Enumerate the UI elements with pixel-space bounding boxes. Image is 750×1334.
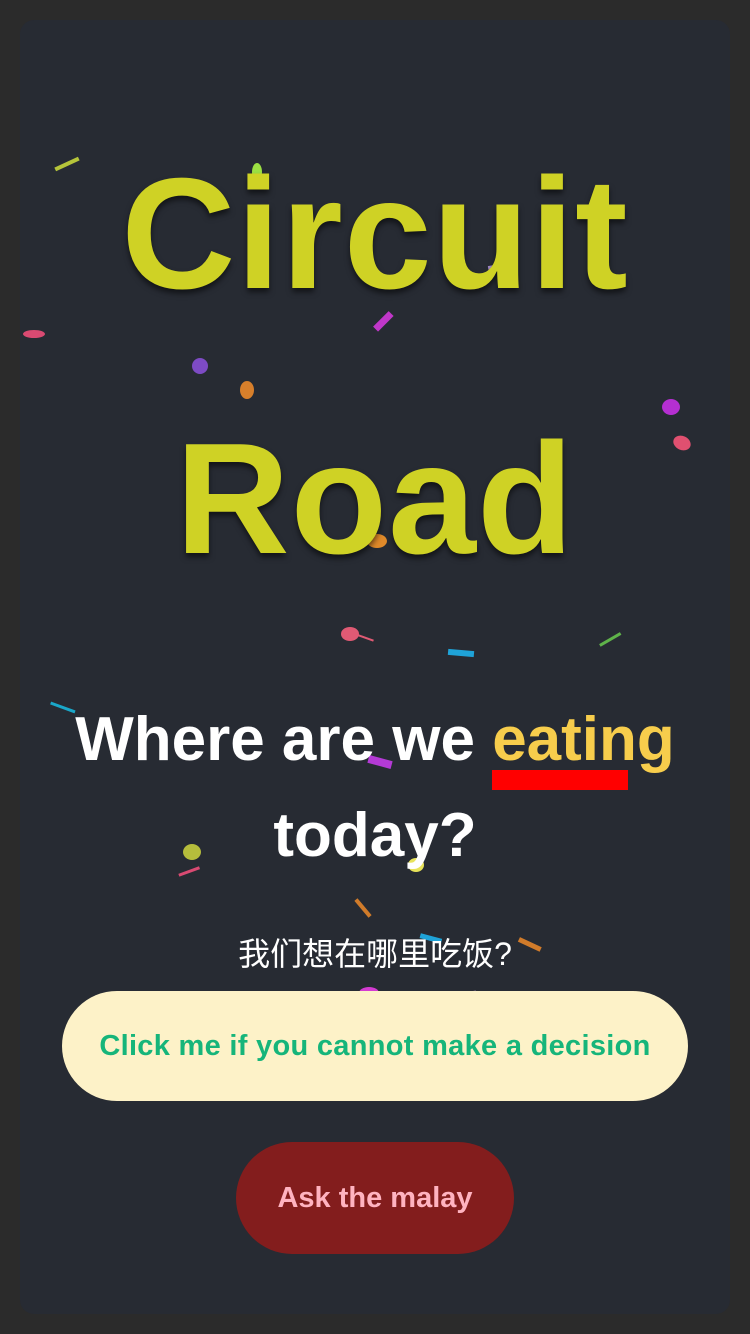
app-frame: Circuit Road Where are we eating today? …: [20, 20, 730, 1314]
question-text-after: today?: [273, 801, 477, 870]
question-text-before: Where are we: [75, 705, 475, 774]
confetti-piece: [341, 627, 359, 641]
question-highlight-text: eating: [492, 705, 675, 774]
title-line-1: Circuit: [121, 146, 629, 322]
title-line-2: Road: [175, 411, 575, 587]
random-decision-button[interactable]: Click me if you cannot make a decision: [62, 991, 688, 1101]
confetti-piece: [354, 898, 372, 918]
confetti-piece: [23, 330, 45, 338]
confetti-piece: [192, 358, 208, 374]
confetti-piece: [599, 632, 622, 647]
confetti-piece: [240, 381, 254, 399]
question-highlight: eating: [492, 692, 675, 790]
ask-malay-button[interactable]: Ask the malay: [236, 1142, 514, 1254]
confetti-piece: [447, 648, 475, 658]
highlight-underline: [492, 770, 629, 790]
question-heading: Where are we eating today?: [20, 692, 730, 884]
confetti-piece: [662, 399, 680, 415]
confetti-piece: [358, 634, 374, 642]
subtitle-chinese: 我们想在哪里吃饭?: [238, 936, 512, 972]
